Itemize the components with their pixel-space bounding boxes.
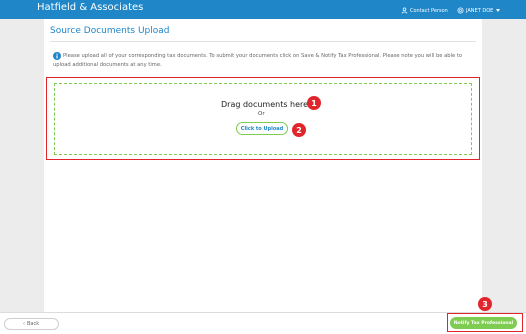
back-button[interactable]: ‹ Back [4,318,59,330]
drag-documents-text: Drag documents here [221,100,309,109]
contact-person-link[interactable]: Contact Person [401,6,448,15]
click-to-upload-button[interactable]: Click to Upload [236,122,288,135]
callout-badge-2: 2 [292,123,306,137]
chevron-left-icon: ‹ [23,321,25,327]
notify-tax-professional-button[interactable]: Notify Tax Professional [450,317,517,329]
title-divider [50,41,476,42]
brand-name: Hatfield & Associates [37,2,144,13]
callout-badge-1: 1 [307,96,321,110]
page-title: Source Documents Upload [50,26,170,36]
callout-badge-3: 3 [478,297,492,311]
user-name-label: JANET DOE [466,7,494,14]
document-dropzone[interactable] [54,83,472,155]
user-menu[interactable]: JANET DOE [457,6,501,15]
contact-person-label: Contact Person [410,7,448,14]
settings-gear-icon [457,7,464,14]
or-separator: Or [258,111,265,117]
upload-instructions: Please upload all of your corresponding … [53,53,463,68]
back-button-label: Back [27,321,40,327]
person-icon [401,7,408,14]
chevron-down-icon [496,9,501,12]
